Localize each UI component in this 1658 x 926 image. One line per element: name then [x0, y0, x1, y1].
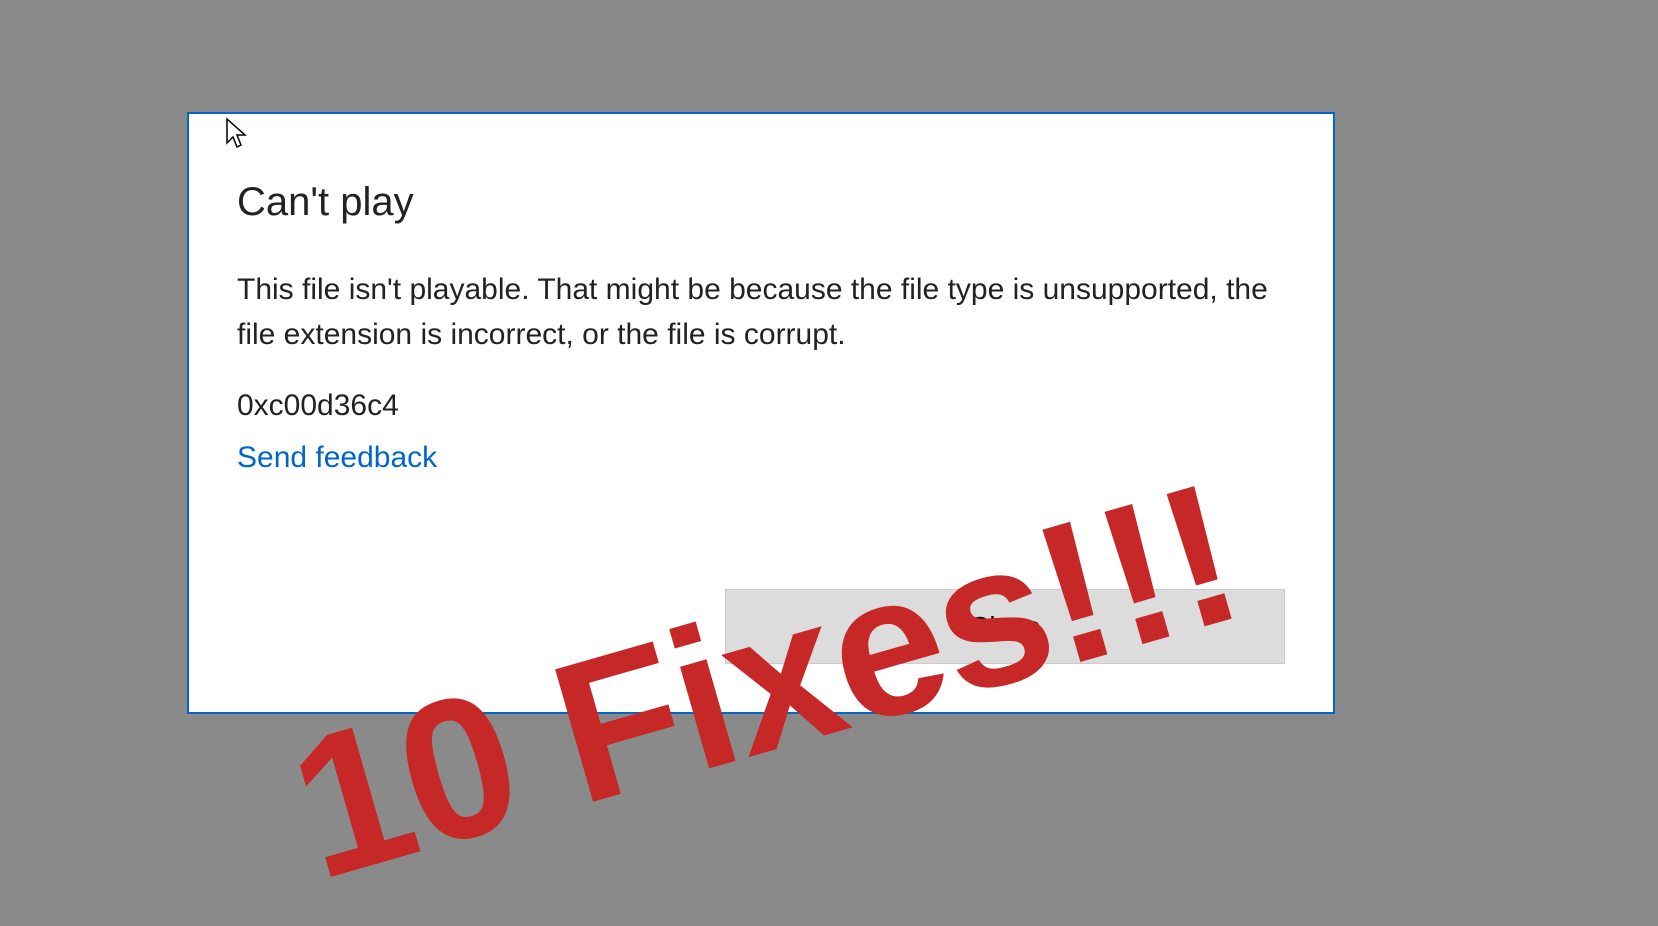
dialog-title: Can't play — [237, 180, 1285, 225]
error-code: 0xc00d36c4 — [237, 389, 1285, 423]
dialog-message: This file isn't playable. That might be … — [237, 267, 1285, 357]
close-button[interactable]: Close — [725, 589, 1285, 664]
error-dialog: Can't play This file isn't playable. Tha… — [187, 112, 1335, 714]
send-feedback-link[interactable]: Send feedback — [237, 441, 437, 475]
